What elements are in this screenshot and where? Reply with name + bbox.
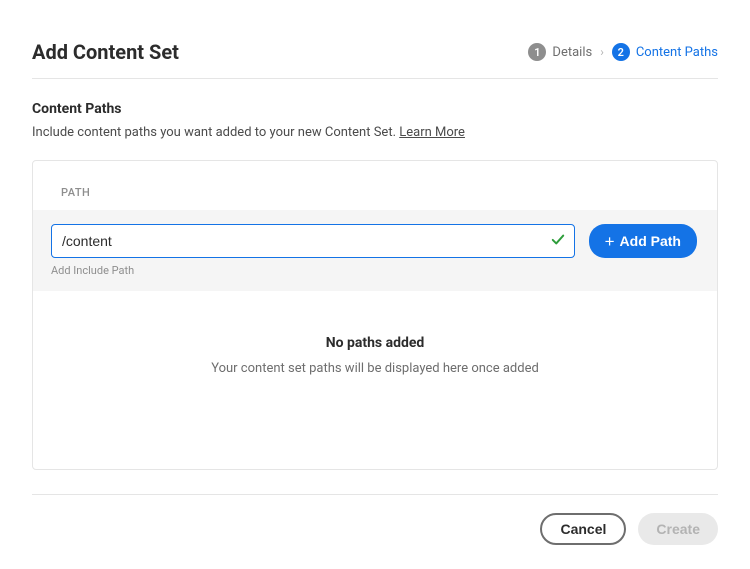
empty-state-description: Your content set paths will be displayed… [33, 361, 717, 376]
wizard-steps: 1 Details › 2 Content Paths [528, 43, 718, 61]
empty-state: No paths added Your content set paths wi… [33, 335, 717, 376]
path-input[interactable] [51, 224, 575, 258]
column-header-path: PATH [61, 186, 90, 199]
dialog-footer: Cancel Create [32, 494, 718, 545]
cancel-button[interactable]: Cancel [540, 513, 626, 545]
section-description-text: Include content paths you want added to … [32, 125, 399, 140]
chevron-right-icon: › [600, 45, 604, 59]
content-paths-card: PATH Add Include Path + Add Path No path… [32, 160, 718, 470]
empty-state-title: No paths added [33, 335, 717, 351]
table-header: PATH [33, 161, 717, 210]
wizard-step-content-paths[interactable]: 2 Content Paths [612, 43, 718, 61]
add-path-button[interactable]: + Add Path [589, 224, 697, 258]
check-icon [551, 232, 565, 251]
wizard-badge-2: 2 [612, 43, 630, 61]
wizard-label-content-paths: Content Paths [636, 45, 718, 60]
path-input-wrap: Add Include Path [51, 224, 575, 277]
path-input-row: Add Include Path + Add Path [33, 210, 717, 291]
plus-icon: + [605, 233, 615, 250]
add-path-label: Add Path [620, 233, 681, 249]
path-helper-text: Add Include Path [51, 264, 575, 277]
section-description: Include content paths you want added to … [32, 125, 718, 140]
page-title: Add Content Set [32, 40, 179, 64]
wizard-badge-1: 1 [528, 43, 546, 61]
dialog-header: Add Content Set 1 Details › 2 Content Pa… [32, 40, 718, 79]
wizard-label-details: Details [552, 45, 592, 60]
section-title: Content Paths [32, 101, 718, 117]
wizard-step-details[interactable]: 1 Details [528, 43, 592, 61]
create-button[interactable]: Create [638, 513, 718, 545]
learn-more-link[interactable]: Learn More [399, 125, 465, 140]
